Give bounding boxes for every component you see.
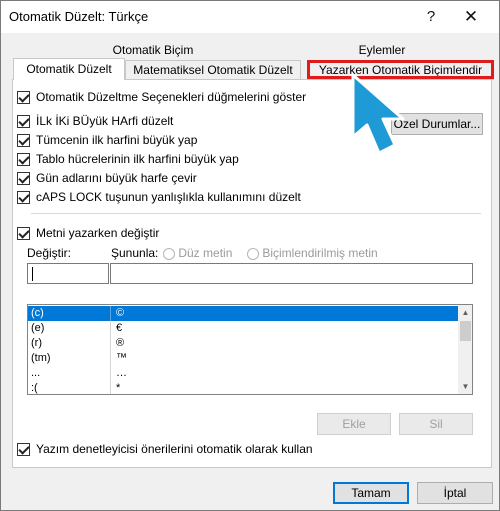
tab-otomatik-bicim[interactable]: Otomatik Biçim xyxy=(97,43,209,59)
replace-label: Değiştir: xyxy=(27,246,72,260)
column-separator xyxy=(110,321,111,336)
first-letter-table-label: Tablo hücrelerinin ilk harfini büyük yap xyxy=(36,152,239,166)
day-names-label: Gün adlarını büyük harfe çevir xyxy=(36,171,197,185)
list-scrollbar[interactable]: ▲ ▼ xyxy=(458,305,472,394)
replace-input[interactable] xyxy=(27,263,109,284)
scroll-down-icon[interactable]: ▼ xyxy=(458,379,472,394)
list-item[interactable]: (r) ® xyxy=(28,336,458,351)
add-button[interactable]: Ekle xyxy=(317,413,391,435)
formatted-text-option[interactable]: Biçimlendirilmiş metin xyxy=(247,246,378,260)
first-letter-sentence-option[interactable]: Tümcenin ilk harfini büyük yap xyxy=(17,132,197,148)
entry-from: :( xyxy=(31,382,38,394)
replace-as-you-type-checkbox[interactable] xyxy=(17,226,30,240)
entry-from: ... xyxy=(31,367,41,379)
entry-to: € xyxy=(116,322,123,334)
entry-to: ™ xyxy=(116,352,127,364)
caps-lock-option[interactable]: cAPS LOCK tuşunun yanlışlıkla kullanımın… xyxy=(17,189,301,205)
entry-from: (tm) xyxy=(31,352,51,364)
replace-as-you-type-option[interactable]: Metni yazarken değiştir xyxy=(17,225,159,241)
replace-as-you-type-label: Metni yazarken değiştir xyxy=(36,226,160,240)
list-item[interactable]: (tm) ™ xyxy=(28,351,458,366)
scroll-up-icon[interactable]: ▲ xyxy=(458,305,472,320)
entry-to: * xyxy=(116,382,121,394)
autocorrect-dialog: Otomatik Düzelt: Türkçe ? ✕ Otomatik Biç… xyxy=(0,0,500,511)
window-title: Otomatik Düzelt: Türkçe xyxy=(9,9,149,24)
close-button[interactable]: ✕ xyxy=(459,5,483,29)
column-separator xyxy=(110,306,111,321)
autocorrect-entries-list[interactable]: (c) © (e) € (r) ® (tm) ™ ... … :( * ▲ ▼ xyxy=(27,304,473,395)
formatted-text-radio[interactable] xyxy=(247,247,259,260)
two-initial-caps-option[interactable]: İLk İKi BÜyük HArfi düzelt xyxy=(17,113,173,129)
with-label: Şununla: xyxy=(111,246,159,260)
column-separator xyxy=(110,336,111,351)
column-separator xyxy=(110,351,111,366)
formatted-text-label: Biçimlendirilmiş metin xyxy=(262,246,378,260)
first-letter-sentence-checkbox[interactable] xyxy=(17,133,30,147)
day-names-checkbox[interactable] xyxy=(17,171,30,185)
list-item[interactable]: (e) € xyxy=(28,321,458,336)
entry-from: (e) xyxy=(31,322,45,334)
tab-math-autocorrect[interactable]: Matematiksel Otomatik Düzelt xyxy=(125,60,301,80)
two-initial-caps-checkbox[interactable] xyxy=(17,114,30,128)
entry-to: ® xyxy=(116,337,125,349)
cancel-button[interactable]: İptal xyxy=(417,482,493,504)
entry-to: … xyxy=(116,367,127,379)
title-bar: Otomatik Düzelt: Türkçe ? ✕ xyxy=(1,1,499,33)
plain-text-label: Düz metin xyxy=(178,246,233,260)
show-buttons-checkbox[interactable] xyxy=(17,90,30,104)
scroll-thumb[interactable] xyxy=(460,321,471,341)
plain-text-radio[interactable] xyxy=(163,247,175,260)
list-item[interactable]: (c) © xyxy=(28,306,458,321)
list-item[interactable]: :( * xyxy=(28,381,458,394)
show-buttons-label: Otomatik Düzeltme Seçenekleri düğmelerin… xyxy=(36,90,307,104)
text-caret xyxy=(32,267,33,281)
column-separator xyxy=(110,366,111,381)
entry-from: (c) xyxy=(31,307,44,319)
spelling-suggestions-option[interactable]: Yazım denetleyicisi önerilerini otomatik… xyxy=(17,441,313,457)
tab-eylemler[interactable]: Eylemler xyxy=(337,43,427,59)
two-initial-caps-label: İLk İKi BÜyük HArfi düzelt xyxy=(36,114,174,128)
entry-to: © xyxy=(116,307,125,319)
first-letter-sentence-label: Tümcenin ilk harfini büyük yap xyxy=(36,133,198,147)
caps-lock-checkbox[interactable] xyxy=(17,190,30,204)
first-letter-table-option[interactable]: Tablo hücrelerinin ilk harfini büyük yap xyxy=(17,151,239,167)
plain-text-option[interactable]: Düz metin xyxy=(163,246,232,260)
day-names-option[interactable]: Gün adlarını büyük harfe çevir xyxy=(17,170,197,186)
entry-from: (r) xyxy=(31,337,42,349)
spelling-suggestions-label: Yazım denetleyicisi önerilerini otomatik… xyxy=(36,442,313,456)
spelling-suggestions-checkbox[interactable] xyxy=(17,442,30,456)
tab-otomatik-duzelt[interactable]: Otomatik Düzelt xyxy=(13,58,125,80)
list-item[interactable]: ... … xyxy=(28,366,458,381)
delete-button[interactable]: Sil xyxy=(399,413,473,435)
column-separator xyxy=(110,381,111,394)
with-input[interactable] xyxy=(110,263,473,284)
caps-lock-label: cAPS LOCK tuşunun yanlışlıkla kullanımın… xyxy=(36,190,301,204)
help-button[interactable]: ? xyxy=(419,5,443,29)
first-letter-table-checkbox[interactable] xyxy=(17,152,30,166)
show-buttons-option[interactable]: Otomatik Düzeltme Seçenekleri düğmelerin… xyxy=(17,89,306,105)
ok-button[interactable]: Tamam xyxy=(333,482,409,504)
pointer-arrow-icon xyxy=(351,73,405,155)
section-divider xyxy=(31,213,481,214)
